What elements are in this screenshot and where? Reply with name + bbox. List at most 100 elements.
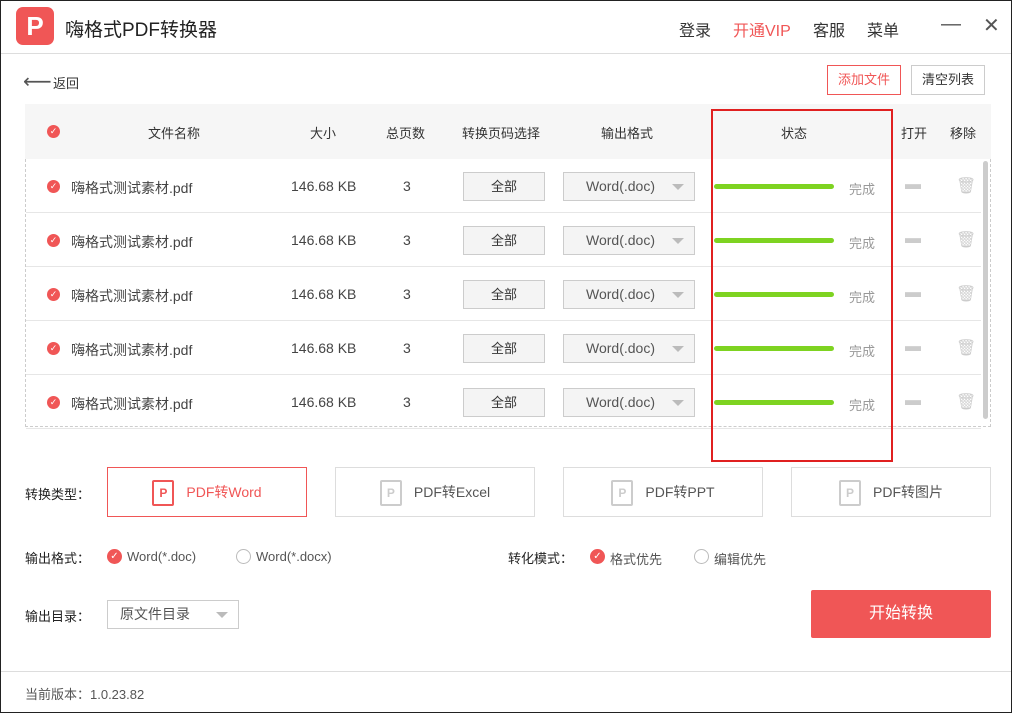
header-open: 打开 <box>901 123 927 142</box>
file-size: 146.68 KB <box>291 394 356 410</box>
format-value: Word(.doc) <box>586 286 655 302</box>
folder-icon[interactable]: ▬ <box>905 284 921 302</box>
folder-icon[interactable]: ▬ <box>905 338 921 356</box>
dir-label: 输出目录： <box>25 606 90 625</box>
format-doc-label[interactable]: Word(*.doc) <box>127 549 196 564</box>
back-link[interactable]: 返回 <box>53 73 79 92</box>
chevron-down-icon <box>672 184 684 190</box>
format-select[interactable]: Word(.doc) <box>563 388 695 417</box>
pdf-image-icon: P <box>839 480 861 506</box>
folder-icon[interactable]: ▬ <box>905 230 921 248</box>
format-docx-label[interactable]: Word(*.docx) <box>256 549 332 564</box>
format-value: Word(.doc) <box>586 178 655 194</box>
row-checkbox[interactable]: ✓ <box>47 288 60 301</box>
header-pages: 总页数 <box>386 123 425 142</box>
file-size: 146.68 KB <box>291 232 356 248</box>
file-name: 嗨格式测试素材.pdf <box>71 340 192 360</box>
format-label: 输出格式： <box>25 548 90 567</box>
type-label-text: PDF转图片 <box>873 484 943 500</box>
file-name: 嗨格式测试素材.pdf <box>71 394 192 414</box>
chevron-down-icon <box>672 400 684 406</box>
mode-format-radio[interactable]: ✓ <box>590 549 605 564</box>
scrollbar[interactable] <box>983 161 988 419</box>
pdf-excel-icon: P <box>380 480 402 506</box>
format-value: Word(.doc) <box>586 394 655 410</box>
trash-icon[interactable]: 🗑 <box>956 338 976 358</box>
row-checkbox[interactable]: ✓ <box>47 342 60 355</box>
mode-format-label[interactable]: 格式优先 <box>610 549 662 568</box>
add-file-button[interactable]: 添加文件 <box>827 65 901 95</box>
trash-icon[interactable]: 🗑 <box>956 230 976 250</box>
format-select[interactable]: Word(.doc) <box>563 226 695 255</box>
row-checkbox[interactable]: ✓ <box>47 396 60 409</box>
type-pdf-image[interactable]: P PDF转图片 <box>791 467 991 517</box>
dir-value: 原文件目录 <box>120 606 190 622</box>
folder-icon[interactable]: ▬ <box>905 392 921 410</box>
page-count: 3 <box>403 394 411 410</box>
format-select[interactable]: Word(.doc) <box>563 280 695 309</box>
page-range-button[interactable]: 全部 <box>463 280 545 309</box>
back-arrow-icon[interactable]: ⟵ <box>23 69 52 94</box>
page-count: 3 <box>403 340 411 356</box>
page-count: 3 <box>403 286 411 302</box>
footer-divider <box>1 671 1011 672</box>
header-name: 文件名称 <box>148 123 200 142</box>
mode-edit-label[interactable]: 编辑优先 <box>714 549 766 568</box>
version-text: 当前版本：1.0.23.82 <box>25 684 144 703</box>
header-format: 输出格式 <box>601 123 653 142</box>
select-all-checkbox[interactable]: ✓ <box>47 125 60 138</box>
format-value: Word(.doc) <box>586 232 655 248</box>
chevron-down-icon <box>216 612 228 618</box>
format-docx-radio[interactable] <box>236 549 251 564</box>
header-range: 转换页码选择 <box>462 123 540 142</box>
file-size: 146.68 KB <box>291 340 356 356</box>
trash-icon[interactable]: 🗑 <box>956 176 976 196</box>
file-name: 嗨格式测试素材.pdf <box>71 232 192 252</box>
file-name: 嗨格式测试素材.pdf <box>71 178 192 198</box>
row-checkbox[interactable]: ✓ <box>47 180 60 193</box>
pdf-word-icon: P <box>152 480 174 506</box>
type-label-text: PDF转PPT <box>645 484 714 500</box>
status-column-highlight <box>711 109 893 462</box>
format-select[interactable]: Word(.doc) <box>563 172 695 201</box>
vip-link[interactable]: 开通VIP <box>733 17 791 41</box>
trash-icon[interactable]: 🗑 <box>956 284 976 304</box>
chevron-down-icon <box>672 292 684 298</box>
page-range-button[interactable]: 全部 <box>463 388 545 417</box>
start-convert-button[interactable]: 开始转换 <box>811 590 991 638</box>
format-select[interactable]: Word(.doc) <box>563 334 695 363</box>
clear-list-button[interactable]: 清空列表 <box>911 65 985 95</box>
type-pdf-word[interactable]: P PDF转Word <box>107 467 307 517</box>
menu-link[interactable]: 菜单 <box>867 17 899 41</box>
pdf-ppt-icon: P <box>611 480 633 506</box>
close-button[interactable]: ✕ <box>983 13 1000 38</box>
page-range-button[interactable]: 全部 <box>463 172 545 201</box>
file-name: 嗨格式测试素材.pdf <box>71 286 192 306</box>
file-size: 146.68 KB <box>291 286 356 302</box>
header-remove: 移除 <box>950 123 976 142</box>
type-pdf-ppt[interactable]: P PDF转PPT <box>563 467 763 517</box>
trash-icon[interactable]: 🗑 <box>956 392 976 412</box>
mode-label: 转化模式： <box>508 548 573 567</box>
chevron-down-icon <box>672 238 684 244</box>
file-size: 146.68 KB <box>291 178 356 194</box>
page-range-button[interactable]: 全部 <box>463 334 545 363</box>
chevron-down-icon <box>672 346 684 352</box>
app-logo: P <box>16 7 54 45</box>
format-value: Word(.doc) <box>586 340 655 356</box>
output-dir-select[interactable]: 原文件目录 <box>107 600 239 629</box>
type-label-text: PDF转Word <box>186 484 261 500</box>
service-link[interactable]: 客服 <box>813 17 845 41</box>
page-range-button[interactable]: 全部 <box>463 226 545 255</box>
minimize-button[interactable]: — <box>941 13 961 36</box>
app-title: 嗨格式PDF转换器 <box>65 15 217 42</box>
folder-icon[interactable]: ▬ <box>905 176 921 194</box>
login-link[interactable]: 登录 <box>679 17 711 41</box>
page-count: 3 <box>403 232 411 248</box>
row-checkbox[interactable]: ✓ <box>47 234 60 247</box>
type-label: 转换类型： <box>25 484 90 503</box>
format-doc-radio[interactable]: ✓ <box>107 549 122 564</box>
type-pdf-excel[interactable]: PPDF转Excel <box>335 467 535 517</box>
page-count: 3 <box>403 178 411 194</box>
mode-edit-radio[interactable] <box>694 549 709 564</box>
